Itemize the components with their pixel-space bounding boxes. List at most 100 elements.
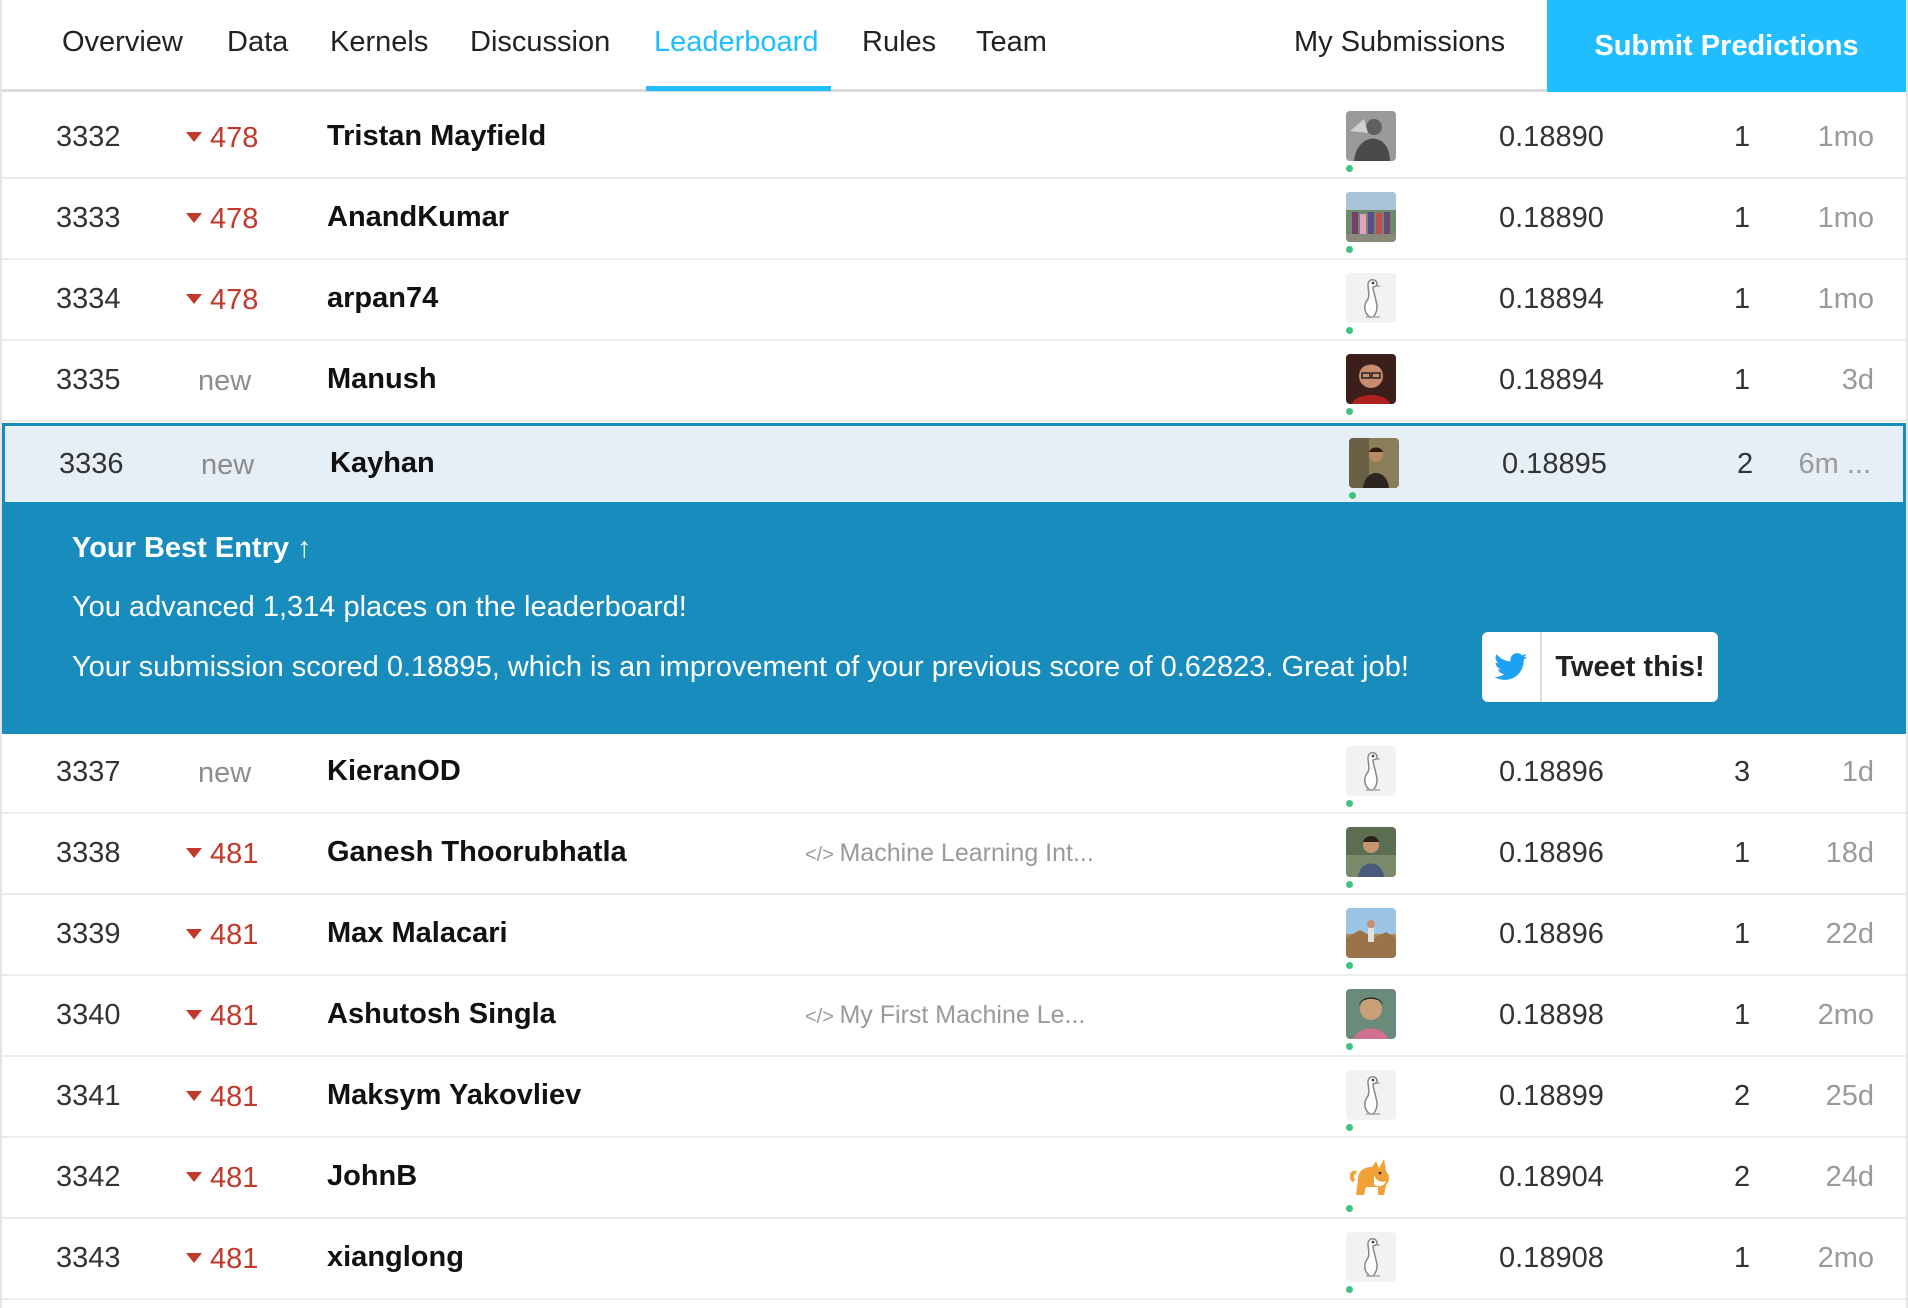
rank-number: 3335 (56, 364, 121, 396)
avatar[interactable] (1346, 273, 1396, 323)
table-row[interactable]: 3341 481 Maksym Yakovliev 0.18899 2 25d (2, 1058, 1906, 1138)
team-name-link[interactable]: Ganesh Thoorubhatla (327, 836, 627, 869)
table-row[interactable]: 3334 478 arpan74 0.18894 1 1mo (2, 261, 1906, 341)
last-submission-time: 3d (1841, 364, 1874, 396)
team-name-link[interactable]: arpan74 (327, 282, 438, 315)
score-value: 0.18895 (1502, 448, 1607, 480)
rank-change-value: new (198, 365, 252, 397)
avatar[interactable] (1349, 438, 1399, 488)
tab-discussion[interactable]: Discussion (470, 26, 610, 59)
tweet-this-button[interactable]: Tweet this! (1482, 632, 1718, 702)
team-name-link[interactable]: Kayhan (330, 447, 435, 480)
kernel-link[interactable]: </> Machine Learning Int... (805, 839, 1094, 868)
my-submissions-link[interactable]: My Submissions (1294, 26, 1505, 59)
active-tab-indicator (646, 86, 831, 91)
entries-count: 1 (1734, 364, 1751, 396)
user-tier-dot (1346, 327, 1353, 334)
kernel-link[interactable]: </> My First Machine Le... (805, 1001, 1085, 1030)
team-name-link[interactable]: Ashutosh Singla (327, 998, 556, 1031)
team-name-link[interactable]: AnandKumar (327, 201, 509, 234)
team-name-link[interactable]: Maksym Yakovliev (327, 1079, 581, 1112)
new-entry-label: new (198, 365, 251, 398)
table-row[interactable]: 3332 478 Tristan Mayfield 0.18890 1 1mo (2, 99, 1906, 179)
rank-change-value: 478 (210, 284, 259, 316)
entries-count: 2 (1734, 1080, 1751, 1112)
table-row[interactable]: 3337 new KieranOD 0.18896 3 1d (2, 734, 1906, 814)
team-name-link[interactable]: Manush (327, 363, 437, 396)
rank-change: 481 (186, 1000, 258, 1033)
rank-change-value: 481 (210, 919, 259, 951)
table-row-current-user[interactable]: 3336 new Kayhan 0.18895 2 6m ... (2, 423, 1906, 503)
arrow-down-icon (186, 1172, 202, 1183)
tab-overview[interactable]: Overview (62, 26, 183, 59)
entries-count: 1 (1734, 121, 1751, 153)
arrow-down-icon (186, 1091, 202, 1102)
rank-change: 478 (186, 284, 258, 317)
tab-leaderboard[interactable]: Leaderboard (654, 26, 818, 59)
avatar[interactable] (1346, 827, 1396, 877)
rank-number: 3336 (59, 448, 124, 480)
tab-kernels[interactable]: Kernels (330, 26, 428, 59)
entries-count: 3 (1734, 756, 1751, 788)
table-row[interactable]: 3340 481 Ashutosh Singla </> My First Machi… (2, 977, 1906, 1057)
code-icon: </> (805, 844, 840, 866)
score-value: 0.18896 (1499, 918, 1604, 950)
table-row[interactable]: 3339 481 Max Malacari 0.18896 1 22d (2, 896, 1906, 976)
score-improvement-message: Your submission scored 0.18895, which is… (72, 651, 1409, 683)
avatar[interactable] (1346, 989, 1396, 1039)
user-tier-dot (1346, 1124, 1353, 1131)
score-value: 0.18894 (1499, 283, 1604, 315)
new-entry-label: new (198, 757, 251, 790)
rank-change: 481 (186, 1243, 258, 1276)
last-submission-time: 1mo (1817, 202, 1874, 234)
avatar[interactable] (1346, 1151, 1396, 1201)
last-submission-time: 24d (1825, 1161, 1874, 1193)
submit-predictions-button[interactable]: Submit Predictions (1547, 0, 1906, 92)
arrow-down-icon (186, 929, 202, 940)
rank-change: 478 (186, 203, 258, 236)
tab-data[interactable]: Data (227, 26, 288, 59)
rank-number: 3333 (56, 202, 121, 234)
table-row[interactable]: 3342 481 JohnB 0.18904 2 24d (2, 1139, 1906, 1219)
rank-change: 481 (186, 1081, 258, 1114)
last-submission-time: 1mo (1817, 283, 1874, 315)
team-name-link[interactable]: KieranOD (327, 755, 461, 788)
arrow-down-icon (186, 1253, 202, 1264)
last-submission-time: 6m ... (1798, 448, 1871, 480)
rank-change-value: 481 (210, 838, 259, 870)
team-name-link[interactable]: Tristan Mayfield (327, 120, 546, 153)
table-row[interactable]: 3338 481 Ganesh Thoorubhatla </> Machine Le… (2, 815, 1906, 895)
entries-count: 1 (1734, 837, 1751, 869)
entries-count: 1 (1734, 999, 1751, 1031)
entries-count: 1 (1734, 918, 1751, 950)
avatar[interactable] (1346, 1232, 1396, 1282)
tab-rules[interactable]: Rules (862, 26, 936, 59)
competition-nav: Overview Data Kernels Discussion Leaderb… (2, 0, 1906, 92)
table-row[interactable]: 3343 481 xianglong 0.18908 1 2mo (2, 1220, 1906, 1300)
user-tier-dot (1346, 165, 1353, 172)
avatar[interactable] (1346, 746, 1396, 796)
rank-change: 481 (186, 838, 258, 871)
team-name-link[interactable]: JohnB (327, 1160, 417, 1193)
rank-change-value: new (201, 449, 255, 481)
last-submission-time: 1d (1841, 756, 1874, 788)
table-row[interactable]: 3335 new Manush 0.18894 1 3d (2, 342, 1906, 422)
rank-number: 3343 (56, 1242, 121, 1274)
avatar[interactable] (1346, 354, 1396, 404)
team-name-link[interactable]: Max Malacari (327, 917, 508, 950)
avatar[interactable] (1346, 908, 1396, 958)
arrow-down-icon (186, 213, 202, 224)
user-tier-dot (1346, 408, 1353, 415)
table-row[interactable]: 3333 478 AnandKumar 0.18890 1 1mo (2, 180, 1906, 260)
avatar[interactable] (1346, 192, 1396, 242)
avatar[interactable] (1346, 111, 1396, 161)
arrow-up-icon: ↑ (297, 532, 312, 564)
entries-count: 2 (1737, 448, 1754, 480)
code-icon: </> (805, 1006, 840, 1028)
rank-change: 481 (186, 1162, 258, 1195)
team-name-link[interactable]: xianglong (327, 1241, 464, 1274)
user-tier-dot (1346, 881, 1353, 888)
tab-team[interactable]: Team (976, 26, 1047, 59)
avatar[interactable] (1346, 1070, 1396, 1120)
arrow-down-icon (186, 848, 202, 859)
